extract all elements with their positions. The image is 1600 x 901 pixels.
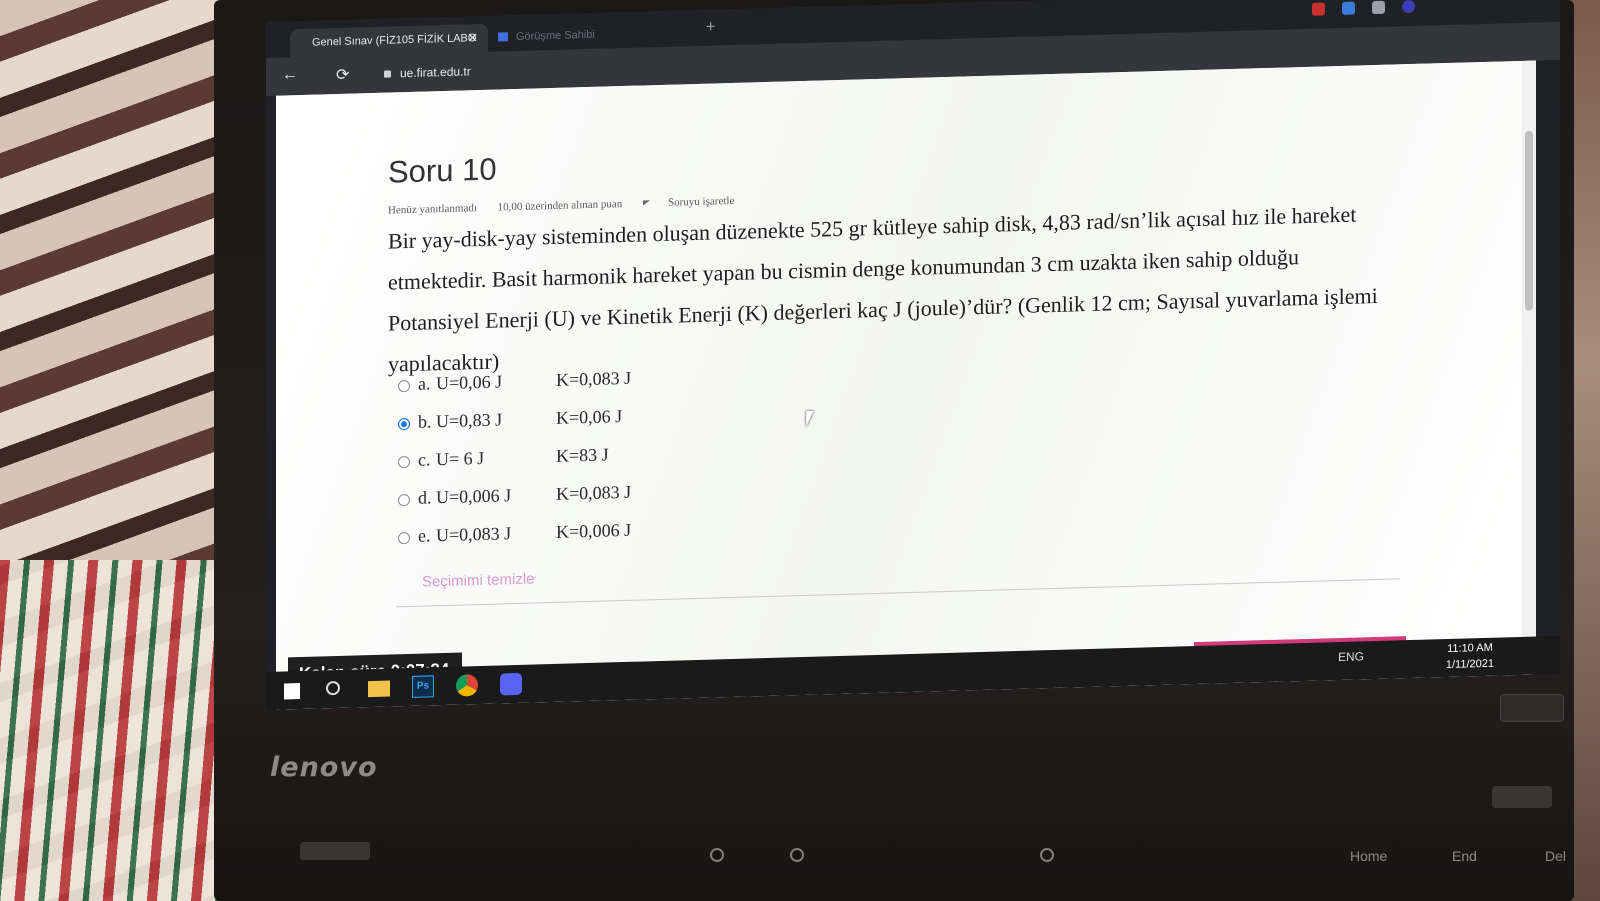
discord-icon[interactable] (500, 672, 522, 696)
discord-icon (498, 32, 508, 42)
option-potential: U=0,06 J (436, 371, 503, 394)
profile-avatar[interactable] (1402, 0, 1415, 14)
laptop-screen: Genel Sınav (FİZ105 FİZİK LABO ✕ Görüşme… (266, 0, 1560, 711)
tab-title: Genel Sınav (FİZ105 FİZİK LABO (312, 32, 477, 49)
option-radio[interactable] (398, 379, 410, 393)
photoshop-icon[interactable]: Ps (412, 675, 434, 698)
tab2-title: Görüşme Sahibi (516, 28, 595, 44)
keyboard-function-row: Home End Del (460, 842, 1600, 901)
clock-date: 1/11/2021 (1445, 657, 1494, 672)
option-potential: U=0,83 J (436, 409, 503, 432)
question-status: Henüz yanıtlanmadı (388, 202, 477, 217)
search-icon[interactable] (326, 680, 340, 696)
question-divider (396, 578, 1400, 608)
file-explorer-icon[interactable] (368, 680, 390, 698)
option-radio[interactable] (398, 493, 410, 507)
extension-translate-icon[interactable] (1342, 1, 1355, 15)
option-kinetic: K=0,06 J (556, 406, 623, 428)
option-potential: U= 6 J (436, 447, 485, 470)
option-kinetic: K=0,083 J (556, 367, 632, 390)
background-blanket-stripes (0, 560, 240, 901)
extensions-puzzle-icon[interactable] (1372, 0, 1385, 15)
new-tab-button[interactable]: + (706, 18, 715, 36)
flag-question-link[interactable]: Soruyu işaretle (643, 194, 752, 209)
question-grade: 10,00 üzerinden alınan puan (497, 198, 623, 214)
laptop-side-panel (1500, 694, 1564, 722)
taskbar-clock[interactable]: 11:10 AM 1/11/2021 (1446, 640, 1494, 673)
laptop-hinge-right (1492, 786, 1552, 808)
option-kinetic: K=0,083 J (556, 481, 632, 504)
key-brightness-down (710, 848, 724, 865)
exam-page: Soru 10 Henüz yanıtlanmadı 10,00 üzerind… (276, 60, 1536, 710)
option-letter: c. (418, 449, 431, 470)
laptop-hinge-left (300, 842, 370, 860)
option-potential: U=0,083 J (436, 523, 512, 546)
reload-icon[interactable]: ⟳ (336, 65, 349, 85)
tab-meeting[interactable]: Görüşme Sahibi (498, 20, 678, 49)
mouse-cursor-icon (806, 410, 814, 427)
option-letter: a. (418, 373, 431, 394)
extension-adblock-icon[interactable] (1312, 2, 1325, 16)
flag-question-label: Soruyu işaretle (668, 194, 735, 209)
option-radio[interactable] (398, 455, 410, 469)
option-letter: e. (418, 525, 431, 546)
lock-icon (384, 70, 391, 78)
close-icon[interactable]: ✕ (467, 30, 478, 46)
address-bar-url: ue.firat.edu.tr (400, 64, 471, 81)
question-text: Bir yay-disk-yay sisteminden oluşan düze… (388, 201, 1378, 377)
chrome-icon[interactable] (456, 674, 478, 697)
flag-icon (643, 200, 651, 206)
key-end: End (1452, 848, 1477, 864)
key-brightness-up (790, 848, 804, 865)
option-radio-selected[interactable] (398, 417, 410, 431)
option-potential: U=0,006 J (436, 485, 512, 508)
option-radio[interactable] (398, 531, 410, 545)
clock-time: 11:10 AM (1447, 641, 1493, 656)
option-kinetic: K=83 J (556, 444, 609, 466)
scrollbar-thumb[interactable] (1525, 130, 1533, 311)
option-letter: b. (418, 411, 432, 432)
page-scrollbar[interactable] (1522, 60, 1536, 675)
key-home: Home (1350, 848, 1388, 864)
windows-start-icon[interactable] (284, 683, 300, 700)
option-letter: d. (418, 487, 432, 508)
key-delete: Del (1545, 848, 1567, 864)
clear-choice-link[interactable]: Seçimimi temizle (422, 570, 535, 590)
gear-icon (1040, 848, 1054, 865)
laptop-brand-logo: lenovo (270, 752, 378, 783)
question-title: Soru 10 (388, 151, 497, 190)
back-arrow-icon[interactable]: ← (282, 66, 298, 84)
option-kinetic: K=0,006 J (556, 519, 632, 542)
tray-lang[interactable]: ENG (1338, 649, 1364, 664)
